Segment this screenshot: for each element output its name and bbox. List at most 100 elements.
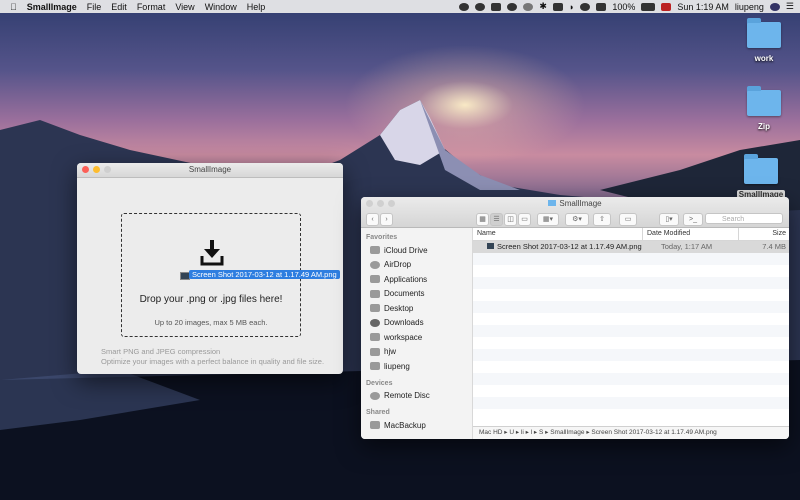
- menu-window[interactable]: Window: [205, 2, 237, 12]
- status-icon-1[interactable]: [459, 2, 470, 11]
- footer-line-2: Optimize your images with a perfect bala…: [101, 357, 325, 366]
- finder-toolbar: SmallImage ‹ › ▦ ☰ ◫ ▭ ▦▾ ⚙▾ ⇧ ▭ ▯▾ >_ S…: [361, 197, 789, 228]
- file-name: Screen Shot 2017-03-12 at 1.17.49 AM.png: [497, 242, 642, 251]
- empty-row: [473, 409, 789, 421]
- sidebar-item-remote-disc[interactable]: Remote Disc: [361, 389, 472, 404]
- sidebar-item-macbackup[interactable]: MacBackup: [361, 418, 472, 433]
- desktop-folder-smallimage[interactable]: SmallImage: [731, 154, 791, 199]
- finder-title: SmallImage: [361, 199, 789, 208]
- time-machine-icon[interactable]: [523, 2, 534, 11]
- empty-row: [473, 301, 789, 313]
- disc-icon: [370, 391, 380, 400]
- close-button[interactable]: [82, 166, 89, 173]
- sidebar-header-shared: Shared: [366, 409, 390, 416]
- status-icon-2[interactable]: [475, 2, 486, 11]
- menu-edit[interactable]: Edit: [111, 2, 127, 12]
- column-header-size[interactable]: Size: [739, 228, 789, 240]
- desktop-icon: [370, 304, 380, 313]
- zoom-button[interactable]: [104, 166, 111, 173]
- forward-button[interactable]: ›: [380, 213, 393, 226]
- minimize-button[interactable]: [93, 166, 100, 173]
- folder-icon: [747, 18, 781, 48]
- menu-file[interactable]: File: [87, 2, 102, 12]
- battery-icon[interactable]: [641, 2, 656, 11]
- bluetooth-icon[interactable]: ✱: [539, 1, 547, 12]
- arrange-button[interactable]: ▦▾: [537, 213, 559, 226]
- notification-center-icon[interactable]: ☰: [786, 1, 794, 12]
- applications-icon: [370, 275, 380, 284]
- empty-row: [473, 253, 789, 265]
- status-icon-4[interactable]: [507, 2, 518, 11]
- menu-user[interactable]: liupeng: [735, 2, 764, 12]
- sidebar-item-downloads[interactable]: Downloads: [361, 316, 472, 331]
- share-button[interactable]: ⇧: [593, 213, 611, 226]
- sidebar-item-label: MacBackup: [384, 420, 426, 430]
- search-placeholder: Search: [722, 216, 745, 223]
- empty-row: [473, 373, 789, 385]
- terminal-button[interactable]: >_: [683, 213, 703, 226]
- icon-view-button[interactable]: ▦: [476, 213, 489, 226]
- action-gear-button[interactable]: ⚙▾: [565, 213, 589, 226]
- column-view-button[interactable]: ◫: [504, 213, 517, 226]
- dragged-file-label[interactable]: Screen Shot 2017-03-12 at 1.17.49 AM.png: [189, 270, 340, 279]
- menu-format[interactable]: Format: [137, 2, 166, 12]
- sidebar-item-label: Downloads: [384, 318, 424, 328]
- empty-row: [473, 385, 789, 397]
- smallimage-window: SmallImage Drop your .png or .jpg files …: [77, 163, 343, 374]
- sidebar-item-label: liupeng: [384, 361, 410, 371]
- sidebar-item-label: hjw: [384, 347, 397, 357]
- empty-row: [473, 265, 789, 277]
- sidebar-item-label: Remote Disc: [384, 391, 430, 401]
- tags-button[interactable]: ▭: [619, 213, 637, 226]
- window-title: SmallImage: [188, 165, 232, 174]
- battery-percent[interactable]: 100%: [612, 2, 635, 12]
- footer-text: Smart PNG and JPEG compression Optimize …: [101, 347, 324, 367]
- status-icon-5[interactable]: [552, 2, 563, 11]
- menu-help[interactable]: Help: [247, 2, 266, 12]
- volume-icon[interactable]: [580, 2, 591, 11]
- airplay-icon[interactable]: [596, 2, 607, 11]
- documents-icon: [370, 289, 380, 298]
- file-size: 7.4 MB: [762, 242, 786, 251]
- sidebar-item-label: workspace: [384, 332, 423, 342]
- apple-menu-icon[interactable]: : [10, 2, 17, 12]
- search-field[interactable]: Search: [705, 213, 783, 224]
- app-menu[interactable]: SmallImage: [27, 2, 77, 12]
- sidebar-item-applications[interactable]: Applications: [361, 272, 472, 287]
- input-source-flag-icon[interactable]: [661, 2, 672, 11]
- menu-view[interactable]: View: [175, 2, 194, 12]
- sidebar-item-liupeng[interactable]: liupeng: [361, 359, 472, 374]
- file-name-cell: Screen Shot 2017-03-12 at 1.17.49 AM.png: [473, 241, 657, 253]
- wifi-icon[interactable]: ◗: [569, 2, 574, 12]
- folder-icon: [370, 333, 380, 342]
- empty-row: [473, 277, 789, 289]
- column-header-date[interactable]: Date Modified: [643, 228, 739, 240]
- desktop-folder-zip[interactable]: Zip: [734, 86, 794, 131]
- sidebar-header-favorites: Favorites: [366, 234, 398, 241]
- sidebar-item-label: iCloud Drive: [384, 245, 428, 255]
- sidebar-item-documents[interactable]: Documents: [361, 287, 472, 302]
- folder-icon: [744, 154, 778, 184]
- status-icon-3[interactable]: [491, 2, 502, 11]
- airdrop-icon: [370, 260, 380, 269]
- desktop-folder-work[interactable]: work: [734, 18, 794, 63]
- file-list: Name Date Modified Size Screen Shot 2017…: [473, 228, 789, 439]
- menu-bar:  SmallImage File Edit Format View Windo…: [0, 0, 800, 13]
- image-file-icon: [487, 243, 494, 249]
- path-bar[interactable]: Mac HD ▸ U ▸ li ▸ l ▸ S ▸ SmallImage ▸ S…: [473, 426, 789, 439]
- table-row[interactable]: Screen Shot 2017-03-12 at 1.17.49 AM.png…: [473, 241, 789, 253]
- menu-clock[interactable]: Sun 1:19 AM: [677, 2, 729, 12]
- column-header-name[interactable]: Name: [473, 228, 643, 240]
- file-rows: Screen Shot 2017-03-12 at 1.17.49 AM.png…: [473, 241, 789, 421]
- back-button[interactable]: ‹: [366, 213, 379, 226]
- sidebar-item-airdrop[interactable]: AirDrop: [361, 258, 472, 273]
- siri-icon[interactable]: [769, 2, 780, 11]
- sidebar-item-hjw[interactable]: hjw: [361, 345, 472, 360]
- gallery-view-button[interactable]: ▭: [518, 213, 531, 226]
- sidebar-item-workspace[interactable]: workspace: [361, 330, 472, 345]
- sidebar-item-icloud-drive[interactable]: iCloud Drive: [361, 243, 472, 258]
- sidebar-item-desktop[interactable]: Desktop: [361, 301, 472, 316]
- desktop-folder-label: Zip: [758, 122, 770, 131]
- list-view-button[interactable]: ☰: [490, 213, 503, 226]
- document-menu-button[interactable]: ▯▾: [659, 213, 679, 226]
